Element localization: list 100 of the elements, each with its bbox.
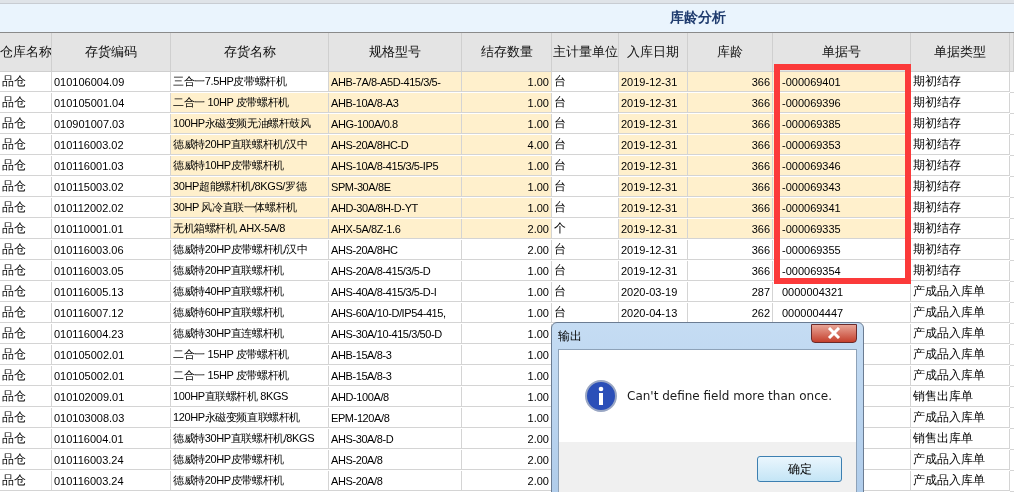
table-cell: 品仓 <box>0 114 52 134</box>
table-cell: 台 <box>552 303 619 323</box>
table-cell: 366 <box>688 240 773 260</box>
table-cell: 二合一 15HP 皮带螺杆机 <box>171 345 329 365</box>
table-cell: 产成品入库单 <box>911 282 1010 302</box>
table-cell: 销售出库单 <box>911 387 1010 407</box>
table-cell: 产成品入库单 <box>911 366 1010 386</box>
table-cell: 010116007.12 <box>52 303 171 323</box>
table-cell: 品仓 <box>0 156 52 176</box>
table-cell: 台 <box>552 282 619 302</box>
table-cell: AHS-10A/8-415/3/5-IP5 <box>329 156 462 176</box>
table-cell: AHS-30A/8-D <box>329 429 462 449</box>
table-cell: AHD-30A/8H-D-YT <box>329 198 462 218</box>
table-cell: 台 <box>552 72 619 92</box>
table-cell: EPM-120A/8 <box>329 408 462 428</box>
table-cell: 2019-12-31 <box>619 93 688 113</box>
table-cell: 366 <box>688 261 773 281</box>
table-cell: 010103008.03 <box>52 408 171 428</box>
table-cell: 期初结存 <box>911 219 1010 239</box>
table-cell: 1.00 <box>462 93 552 113</box>
table-cell: 产成品入库单 <box>911 471 1010 491</box>
table-cell: AHS-20A/8 <box>329 450 462 470</box>
table-cell: 期初结存 <box>911 135 1010 155</box>
table-cell: 2019-12-31 <box>619 72 688 92</box>
table-cell: 010116004.01 <box>52 429 171 449</box>
column-header[interactable]: 存货名称 <box>171 33 329 72</box>
table-cell: 德威特20HP直联螺杆机/汉中 <box>171 135 329 155</box>
table-cell: 德威特20HP皮带螺杆机 <box>171 471 329 491</box>
table-cell: 1.00 <box>462 72 552 92</box>
table-cell: AHB-7A/8-A5D-415/3/5- <box>329 72 462 92</box>
table-cell: 品仓 <box>0 240 52 260</box>
table-cell: 2019-12-31 <box>619 240 688 260</box>
table-cell: 2019-12-31 <box>619 198 688 218</box>
table-cell: 010106004.09 <box>52 72 171 92</box>
table-cell: 销售出库单 <box>911 429 1010 449</box>
table-cell: 品仓 <box>0 135 52 155</box>
table-cell: 品仓 <box>0 282 52 302</box>
close-button[interactable] <box>811 323 857 343</box>
table-cell: 010116005.13 <box>52 282 171 302</box>
table-cell: 期初结存 <box>911 72 1010 92</box>
table-cell: AHS-20A/8HC <box>329 240 462 260</box>
table-cell: 30HP超能螺杆机/8KGS/罗德 <box>171 177 329 197</box>
table-cell: 产成品入库单 <box>911 324 1010 344</box>
column-header[interactable]: 主计量单位 <box>552 33 619 72</box>
table-cell: 品仓 <box>0 261 52 281</box>
table-cell: 1.00 <box>462 198 552 218</box>
table-cell: 010116003.24 <box>52 450 171 470</box>
table-cell: 品仓 <box>0 345 52 365</box>
table-cell: 100HP永磁变频无油螺杆鼓风 <box>171 114 329 134</box>
column-header[interactable]: 规格型号 <box>329 33 462 72</box>
table-cell: 2020-03-19 <box>619 282 688 302</box>
table-cell: 30HP 风冷直联一体螺杆机 <box>171 198 329 218</box>
table-cell: 1.00 <box>462 303 552 323</box>
table-cell: 德威特20HP皮带螺杆机 <box>171 450 329 470</box>
table-cell: 品仓 <box>0 303 52 323</box>
table-cell: 2019-12-31 <box>619 177 688 197</box>
table-cell: 德威特30HP直联螺杆机/8KGS <box>171 429 329 449</box>
table-cell: 品仓 <box>0 366 52 386</box>
table-cell: 2020-04-13 <box>619 303 688 323</box>
column-header[interactable]: 仓库名称 <box>0 33 52 72</box>
table-cell: AHS-20A/8-415/3/5-D <box>329 261 462 281</box>
table-cell: 366 <box>688 198 773 218</box>
table-cell: AHG-100A/0.8 <box>329 114 462 134</box>
table-cell: 366 <box>688 219 773 239</box>
table-cell: AHS-20A/8 <box>329 471 462 491</box>
column-header[interactable]: 单据类型 <box>911 33 1010 72</box>
table-cell: 二合一 15HP 皮带螺杆机 <box>171 366 329 386</box>
table-cell: 366 <box>688 72 773 92</box>
table-cell: 期初结存 <box>911 114 1010 134</box>
table-cell: 产成品入库单 <box>911 345 1010 365</box>
table-cell: 品仓 <box>0 324 52 344</box>
table-cell: 010110001.01 <box>52 219 171 239</box>
ok-button[interactable]: 确定 <box>757 456 842 482</box>
table-cell: 1.00 <box>462 156 552 176</box>
table-cell: 德威特40HP直联螺杆机 <box>171 282 329 302</box>
table-cell: 2019-12-31 <box>619 261 688 281</box>
table-cell: 287 <box>688 282 773 302</box>
dialog-message: Can't define field more than once. <box>627 389 832 403</box>
table-cell: 010105002.01 <box>52 366 171 386</box>
table-cell: 台 <box>552 240 619 260</box>
column-header[interactable]: 存货编码 <box>52 33 171 72</box>
table-cell: 010115003.02 <box>52 177 171 197</box>
table-cell: 产成品入库单 <box>911 450 1010 470</box>
table-cell: AHB-15A/8-3 <box>329 366 462 386</box>
table-cell: 0000004321 <box>773 282 911 302</box>
table-cell: 1.00 <box>462 114 552 134</box>
table-cell: 期初结存 <box>911 261 1010 281</box>
table-cell: 品仓 <box>0 93 52 113</box>
column-header[interactable]: 结存数量 <box>462 33 552 72</box>
info-icon <box>585 380 617 412</box>
table-cell: AHB-15A/8-3 <box>329 345 462 365</box>
table-cell: 366 <box>688 156 773 176</box>
table-cell: 366 <box>688 93 773 113</box>
column-header[interactable]: 入库日期 <box>619 33 688 72</box>
table-cell: 010116003.05 <box>52 261 171 281</box>
table-cell: 366 <box>688 135 773 155</box>
table-cell: 德威特10HP皮带螺杆机 <box>171 156 329 176</box>
table-cell: 1.00 <box>462 324 552 344</box>
table-cell: 品仓 <box>0 408 52 428</box>
column-header[interactable]: 库龄 <box>688 33 773 72</box>
